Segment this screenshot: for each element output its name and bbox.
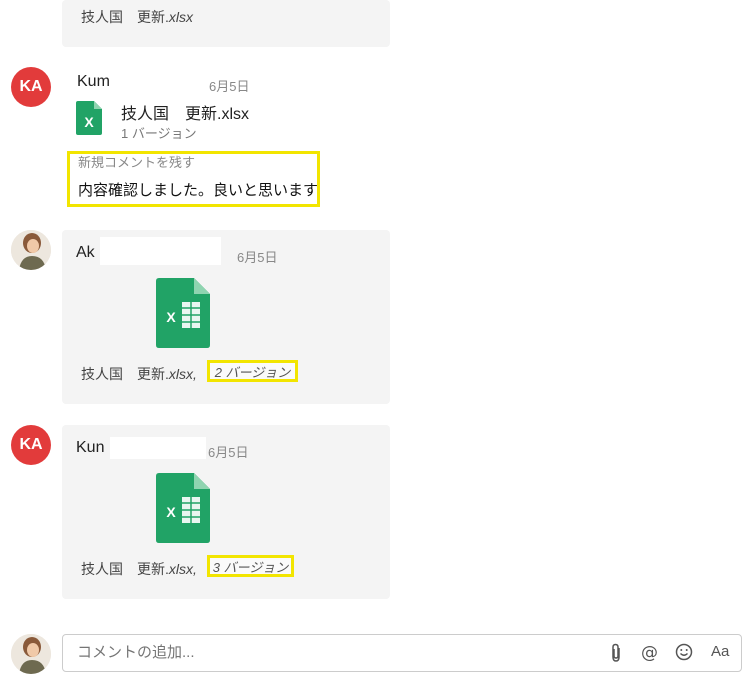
author-name[interactable]: Kun	[76, 439, 104, 457]
version-count[interactable]: 3 バージョン	[207, 555, 294, 577]
message-date: 6月5日	[209, 79, 250, 94]
comment-text: 内容確認しました。良いと思います	[78, 182, 319, 199]
svg-text:X: X	[84, 114, 94, 130]
current-user-avatar[interactable]	[11, 634, 51, 674]
file-card[interactable]: Ak 6月5日 X 技人国 更新.xlsx, 2 バージョン	[62, 230, 390, 404]
version-count[interactable]: 2 バージョン	[207, 360, 298, 382]
smiley-icon[interactable]	[675, 643, 693, 665]
version-count[interactable]: 1 バージョン	[121, 123, 197, 142]
message-date: 6月5日	[237, 250, 278, 265]
redaction	[100, 237, 221, 265]
excel-file-icon[interactable]: X	[156, 278, 210, 348]
file-name[interactable]: 技人国 更新.xlsx	[121, 100, 249, 124]
format-text-button[interactable]: Aa	[711, 643, 729, 660]
at-icon[interactable]: @	[641, 643, 658, 663]
comment-highlight: 新規コメントを残す 内容確認しました。良いと思います	[67, 151, 320, 207]
avatar[interactable]: KA	[11, 67, 51, 107]
file-name: 技人国 更新.xlsx	[81, 9, 194, 25]
svg-text:X: X	[166, 504, 176, 520]
comment-label: 新規コメントを残す	[78, 155, 196, 170]
svg-text:X: X	[166, 309, 176, 325]
user-photo-icon	[11, 634, 51, 674]
author-name[interactable]: Ak	[76, 244, 95, 262]
message-date: 6月5日	[208, 445, 249, 460]
file-name[interactable]: 技人国 更新.xlsx,	[81, 559, 197, 579]
excel-file-icon[interactable]: X	[156, 473, 210, 543]
excel-file-icon[interactable]: X	[76, 101, 102, 135]
author-name[interactable]: Kum	[77, 73, 110, 91]
user-photo-icon	[11, 230, 51, 270]
comment-composer[interactable]: @ Aa	[62, 634, 742, 672]
avatar[interactable]: KA	[11, 425, 51, 465]
redaction	[110, 437, 206, 459]
file-card-top[interactable]: 技人国 更新.xlsx	[62, 0, 390, 47]
file-name[interactable]: 技人国 更新.xlsx,	[81, 364, 197, 384]
avatar[interactable]	[11, 230, 51, 270]
comment-input[interactable]	[75, 643, 599, 662]
file-card[interactable]: Kun 6月5日 X 技人国 更新.xlsx, 3 バージョン	[62, 425, 390, 599]
paperclip-icon[interactable]	[609, 643, 623, 667]
